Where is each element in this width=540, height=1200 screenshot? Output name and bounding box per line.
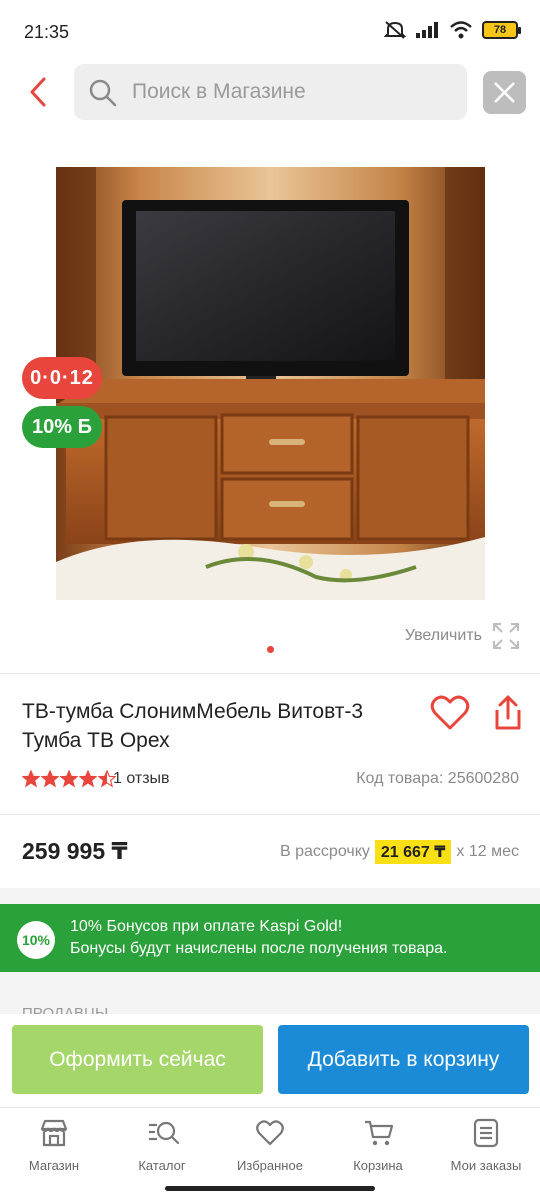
battery-icon: 78 [482, 21, 521, 39]
bonus-badge: 10% Б [22, 406, 102, 448]
divider [0, 814, 540, 815]
sellers-heading: ПРОДАВЦЫ [22, 1005, 109, 1014]
share-icon [495, 695, 521, 730]
tab-label: Магазин [28, 1158, 80, 1173]
heart-icon [430, 695, 470, 730]
search-icon [89, 79, 117, 107]
bonus-percent-badge: 10% [17, 921, 55, 959]
shop-icon [40, 1119, 68, 1147]
zoom-label: Увеличить [404, 627, 482, 644]
heart-icon [256, 1120, 284, 1146]
section-gap: ПРОДАВЦЫ [0, 972, 540, 1014]
chevron-left-icon [30, 77, 46, 107]
add-to-cart-button[interactable]: Добавить в корзину [278, 1025, 529, 1094]
status-time: 21:35 [24, 22, 70, 42]
search-input[interactable] [132, 64, 452, 120]
tab-shop[interactable]: Магазин [0, 1108, 108, 1188]
home-indicator[interactable] [165, 1186, 375, 1191]
zoom-button[interactable]: Увеличить [405, 622, 520, 650]
section-gap [0, 888, 540, 904]
installment-info[interactable]: В рассрочку 21 667 ₸ х 12 мес [280, 840, 519, 864]
installment-prefix: В рассрочку [280, 843, 370, 860]
tab-orders[interactable]: Мои заказы [432, 1108, 540, 1188]
status-bar: 21:35 78 [0, 0, 540, 62]
product-price: 259 995 ₸ [22, 838, 128, 864]
mute-icon [384, 21, 406, 39]
action-area: Оформить сейчас Добавить в корзину [0, 1014, 540, 1108]
bonus-line-2: Бонусы будут начислены после получения т… [70, 940, 448, 957]
tab-label: Корзина [353, 1158, 403, 1173]
installment-suffix: х 12 мес [456, 843, 519, 860]
tab-favorites[interactable]: Избранное [216, 1108, 324, 1188]
tab-catalog[interactable]: Каталог [108, 1108, 216, 1188]
search-bar[interactable] [74, 64, 467, 120]
expand-icon [493, 623, 519, 649]
divider [0, 673, 540, 674]
star-icon [60, 770, 78, 788]
close-button[interactable] [483, 71, 526, 114]
product-image[interactable] [56, 167, 485, 600]
reviews-link[interactable]: 1 отзыв [113, 770, 170, 788]
buy-now-button[interactable]: Оформить сейчас [12, 1025, 263, 1094]
product-photo-drawing [56, 167, 485, 600]
star-icon [22, 770, 40, 788]
orders-icon [473, 1118, 499, 1148]
timer-badge: 0·0·12 [22, 357, 102, 399]
back-button[interactable] [22, 74, 58, 110]
tab-label: Каталог [138, 1158, 186, 1173]
star-icon [41, 770, 59, 788]
status-icons: 78 [384, 20, 521, 40]
star-icon [79, 770, 97, 788]
tab-label: Избранное [237, 1158, 303, 1173]
tab-label: Мои заказы [450, 1158, 522, 1173]
installment-monthly: 21 667 ₸ [374, 840, 452, 864]
product-title: ТВ-тумба СлонимМебель Витовт-3 Тумба ТВ … [22, 700, 364, 752]
bonus-banner[interactable]: 10% 10% Бонусов при оплате Kaspi Gold! Б… [0, 904, 540, 972]
signal-icon [416, 22, 438, 38]
favorite-button[interactable] [430, 694, 470, 737]
bonus-line-1: 10% Бонусов при оплате Kaspi Gold! [70, 918, 343, 935]
tab-cart[interactable]: Корзина [324, 1108, 432, 1188]
catalog-icon [149, 1121, 180, 1145]
product-code: Код товара: 25600280 [356, 770, 519, 787]
cart-icon [365, 1120, 394, 1146]
carousel-indicator [267, 646, 274, 653]
share-button[interactable] [493, 694, 523, 737]
rating-stars [22, 770, 116, 788]
wifi-icon [450, 21, 472, 39]
close-icon [494, 82, 515, 103]
